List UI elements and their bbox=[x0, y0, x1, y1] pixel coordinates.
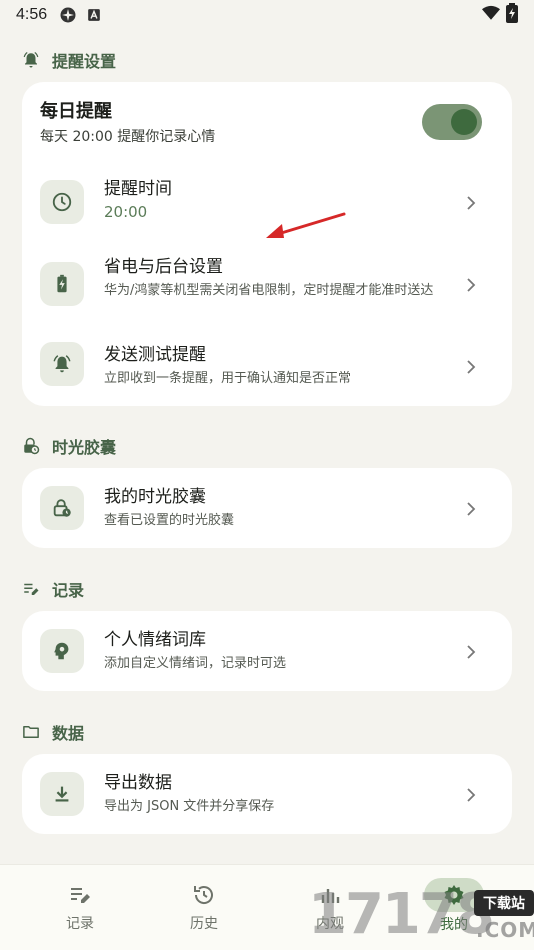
section-title: 时光胶囊 bbox=[52, 438, 117, 457]
nav-tab-mine[interactable]: 我的 bbox=[404, 878, 504, 934]
section-title: 记录 bbox=[52, 581, 85, 600]
nav-tab-history[interactable]: 历史 bbox=[154, 883, 254, 933]
chevron-right-icon bbox=[467, 502, 476, 516]
settings-scroll-area[interactable]: 提醒设置 每日提醒 每天 20:00 提醒你记录心情 提醒时间 20:00 省电… bbox=[0, 30, 534, 864]
row-title: 省电与后台设置 bbox=[104, 257, 223, 277]
section-header-reminder: 提醒设置 bbox=[22, 48, 116, 72]
download-icon bbox=[55, 786, 69, 802]
data-card: 导出数据 导出为 JSON 文件并分享保存 bbox=[22, 754, 512, 834]
list-item-emotion-words[interactable]: 个人情绪词库 添加自定义情绪词，记录时可选 bbox=[22, 611, 512, 691]
list-item-export-data[interactable]: 导出数据 导出为 JSON 文件并分享保存 bbox=[22, 754, 512, 834]
app-icon-1 bbox=[59, 6, 77, 24]
edit-note-icon bbox=[24, 583, 39, 595]
list-item-battery-settings[interactable]: 省电与后台设置 华为/鸿蒙等机型需关闭省电限制，定时提醒才能准时送达 bbox=[22, 244, 512, 326]
daily-reminder-subtitle: 每天 20:00 提醒你记录心情 bbox=[40, 129, 216, 145]
row-subtitle: 导出为 JSON 文件并分享保存 bbox=[104, 799, 275, 814]
psychology-icon bbox=[54, 642, 69, 660]
history-icon bbox=[194, 886, 213, 904]
psychology-icon-box bbox=[40, 629, 84, 673]
nav-tab-record[interactable]: 记录 bbox=[30, 883, 130, 933]
list-item-my-capsules[interactable]: 我的时光胶囊 查看已设置的时光胶囊 bbox=[22, 468, 512, 548]
section-title: 提醒设置 bbox=[52, 52, 117, 71]
nav-label: 内观 bbox=[316, 916, 344, 932]
chevron-right-icon bbox=[467, 788, 476, 802]
capsule-card: 我的时光胶囊 查看已设置的时光胶囊 bbox=[22, 468, 512, 548]
row-title: 导出数据 bbox=[104, 773, 172, 793]
row-title: 提醒时间 bbox=[104, 179, 172, 199]
clock-icon-box bbox=[40, 180, 84, 224]
lock-clock-icon bbox=[53, 499, 71, 517]
row-title: 我的时光胶囊 bbox=[104, 487, 206, 507]
clock-icon bbox=[52, 192, 72, 212]
nav-label: 我的 bbox=[440, 917, 468, 933]
app-icon-2 bbox=[87, 8, 101, 22]
daily-reminder-row[interactable]: 每日提醒 每天 20:00 提醒你记录心情 bbox=[22, 82, 512, 162]
reminder-card: 每日提醒 每天 20:00 提醒你记录心情 提醒时间 20:00 省电与后台设置 bbox=[22, 82, 512, 406]
bell-ring-icon bbox=[53, 355, 71, 373]
chevron-right-icon bbox=[467, 360, 476, 374]
annotation-arrow-icon bbox=[266, 212, 346, 238]
download-icon-box bbox=[40, 772, 84, 816]
edit-note-icon bbox=[71, 888, 90, 903]
section-title: 数据 bbox=[52, 724, 85, 743]
active-indicator bbox=[424, 878, 484, 912]
lock-clock-icon-box bbox=[40, 486, 84, 530]
section-header-capsule: 时光胶囊 bbox=[22, 434, 116, 458]
row-title: 发送测试提醒 bbox=[104, 345, 206, 365]
chevron-right-icon bbox=[467, 196, 476, 210]
nav-label: 历史 bbox=[190, 916, 218, 932]
row-subtitle: 立即收到一条提醒，用于确认通知是否正常 bbox=[104, 371, 352, 386]
battery-charging-icon bbox=[506, 3, 518, 27]
chevron-right-icon bbox=[467, 278, 476, 292]
bottom-nav: 记录 历史 内观 我的 bbox=[0, 864, 534, 950]
section-header-data: 数据 bbox=[22, 720, 84, 744]
bell-icon-box bbox=[40, 342, 84, 386]
folder-icon bbox=[23, 726, 39, 738]
daily-reminder-toggle[interactable] bbox=[422, 104, 482, 140]
battery-icon bbox=[57, 274, 67, 293]
row-subtitle: 查看已设置的时光胶囊 bbox=[104, 513, 235, 528]
nav-tab-insights[interactable]: 内观 bbox=[280, 883, 380, 933]
chevron-right-icon bbox=[467, 645, 476, 659]
battery-icon-box bbox=[40, 262, 84, 306]
daily-reminder-title: 每日提醒 bbox=[40, 101, 112, 122]
wifi-icon bbox=[482, 5, 500, 25]
bell-ring-icon bbox=[23, 52, 39, 68]
status-time: 4:56 bbox=[16, 6, 48, 23]
row-title: 个人情绪词库 bbox=[104, 630, 206, 650]
row-subtitle: 添加自定义情绪词，记录时可选 bbox=[104, 656, 287, 671]
section-header-records: 记录 bbox=[22, 577, 84, 601]
lock-clock-icon bbox=[24, 437, 40, 455]
gear-icon bbox=[444, 885, 464, 905]
nav-label: 记录 bbox=[66, 916, 94, 932]
status-bar: 4:56 bbox=[0, 0, 534, 30]
list-item-test-reminder[interactable]: 发送测试提醒 立即收到一条提醒，用于确认通知是否正常 bbox=[22, 330, 512, 406]
toggle-knob bbox=[451, 109, 477, 135]
row-subtitle: 华为/鸿蒙等机型需关闭省电限制，定时提醒才能准时送达 bbox=[104, 283, 434, 298]
records-card: 个人情绪词库 添加自定义情绪词，记录时可选 bbox=[22, 611, 512, 691]
insights-icon bbox=[321, 889, 340, 903]
